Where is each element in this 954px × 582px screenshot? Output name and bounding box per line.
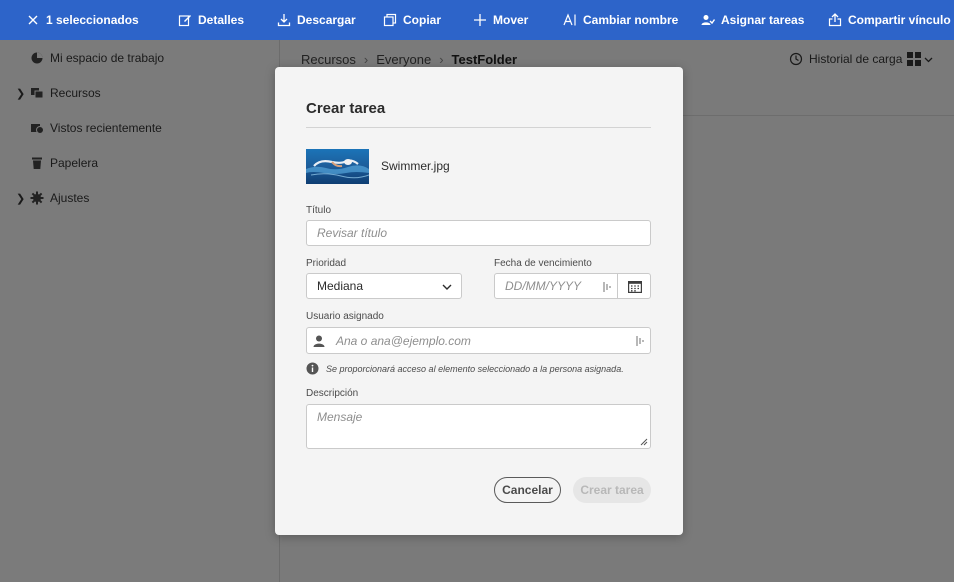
sidebar-item-recent[interactable]: Vistos recientemente: [0, 118, 280, 138]
due-date-label: Fecha de vencimiento: [494, 258, 592, 269]
action-bar: 1 seleccionados Detalles Descargar Copia…: [0, 0, 954, 40]
download-button[interactable]: Descargar: [277, 0, 356, 40]
assign-tasks-button[interactable]: Asignar tareas: [701, 0, 804, 40]
view-switcher[interactable]: [907, 52, 933, 66]
upload-history-button[interactable]: Historial de carga: [789, 52, 902, 66]
assets-icon: [31, 88, 44, 99]
priority-value: Mediana: [317, 279, 364, 293]
info-text: Se proporcionará acceso al elemento sele…: [326, 363, 624, 374]
assign-users-icon: [701, 15, 715, 25]
priority-select[interactable]: Mediana: [306, 273, 462, 299]
calendar-icon: [628, 281, 642, 293]
description-placeholder: Mensaje: [317, 410, 363, 424]
chevron-down-icon: [924, 57, 933, 62]
info-icon: [306, 362, 319, 375]
cancel-button[interactable]: Cancelar: [494, 477, 561, 503]
breadcrumb-separator: ›: [439, 52, 444, 67]
breadcrumb-separator: ›: [363, 52, 369, 67]
user-icon: [313, 335, 325, 347]
sidebar-item-label: Ajustes: [50, 191, 90, 205]
asset-thumbnail: [306, 149, 369, 184]
assign-tasks-label: Asignar tareas: [721, 13, 805, 27]
history-icon: [789, 52, 803, 66]
create-task-dialog: Crear tarea Swimmer.jpg Título Revisar t…: [275, 67, 683, 535]
copy-label: Copiar: [403, 13, 442, 27]
gear-icon: [30, 191, 44, 205]
download-icon: [277, 14, 291, 27]
sidebar: Mi espacio de trabajo ❯ Recursos Vistos …: [0, 40, 280, 582]
chevron-right-icon[interactable]: ❯: [16, 192, 26, 205]
rename-icon: [563, 13, 576, 26]
create-task-button[interactable]: Crear tarea: [573, 477, 651, 503]
title-input[interactable]: Revisar título: [306, 220, 651, 246]
priority-label: Prioridad: [306, 258, 347, 269]
assignee-placeholder: Ana o ana@ejemplo.com: [336, 333, 471, 348]
sidebar-item-trash[interactable]: Papelera: [0, 153, 280, 173]
close-icon: [28, 15, 38, 25]
dialog-title: Crear tarea: [306, 100, 386, 117]
sidebar-item-assets[interactable]: ❯ Recursos: [0, 83, 280, 103]
description-textarea[interactable]: Mensaje: [306, 404, 651, 449]
copy-button[interactable]: Copiar: [383, 0, 441, 40]
description-label: Descripción: [306, 388, 359, 399]
chevron-right-icon[interactable]: ❯: [16, 87, 26, 100]
selected-count-label: 1 seleccionados: [46, 13, 139, 27]
rename-label: Cambiar nombre: [583, 13, 679, 27]
details-label: Detalles: [198, 13, 245, 27]
due-date-placeholder: DD/MM/YYYY: [505, 279, 582, 293]
divider: [306, 127, 651, 128]
share-link-button[interactable]: Compartir vínculo: [828, 0, 951, 40]
sidebar-item-workspace[interactable]: Mi espacio de trabajo: [0, 48, 280, 68]
sidebar-item-label: Recursos: [50, 86, 101, 100]
sidebar-item-label: Mi espacio de trabajo: [50, 51, 165, 65]
copy-icon: [383, 13, 397, 27]
assignee-input[interactable]: Ana o ana@ejemplo.com: [306, 327, 651, 354]
assignee-access-note: Se proporcionará acceso al elemento sele…: [306, 362, 624, 375]
move-icon: [474, 14, 486, 26]
title-placeholder: Revisar título: [317, 226, 388, 240]
breadcrumb-item[interactable]: Everyone: [376, 52, 431, 67]
move-label: Mover: [493, 13, 529, 27]
rename-button[interactable]: Cambiar nombre: [563, 0, 678, 40]
grid-view-icon: [907, 52, 921, 66]
calendar-button[interactable]: [617, 273, 651, 299]
upload-history-label: Historial de carga: [809, 52, 903, 66]
chevron-down-icon: [442, 284, 452, 290]
share-icon: [828, 13, 842, 27]
title-field-label: Título: [306, 205, 332, 216]
sidebar-item-settings[interactable]: ❯ Ajustes: [0, 188, 280, 208]
share-link-label: Compartir vínculo: [848, 13, 951, 27]
asset-file-name: Swimmer.jpg: [381, 159, 450, 173]
text-cursor-icon: [603, 282, 611, 292]
sidebar-item-label: Vistos recientemente: [50, 121, 162, 135]
deselect-button[interactable]: 1 seleccionados: [26, 0, 139, 40]
resize-handle-icon[interactable]: [640, 438, 648, 446]
due-date-input[interactable]: DD/MM/YYYY: [494, 273, 618, 299]
recent-icon: [31, 124, 44, 134]
assignee-label: Usuario asignado: [306, 311, 384, 322]
download-label: Descargar: [297, 13, 356, 27]
move-button[interactable]: Mover: [473, 0, 528, 40]
trash-icon: [32, 157, 42, 169]
details-button[interactable]: Detalles: [178, 0, 244, 40]
text-cursor-icon: [636, 336, 644, 346]
breadcrumb: Recursos › Everyone › TestFolder: [301, 52, 517, 67]
edit-details-icon: [178, 15, 191, 27]
sidebar-item-label: Papelera: [50, 156, 99, 170]
breadcrumb-item[interactable]: Recursos: [301, 52, 356, 67]
workspace-icon: [31, 52, 43, 64]
breadcrumb-current: TestFolder: [451, 52, 518, 67]
